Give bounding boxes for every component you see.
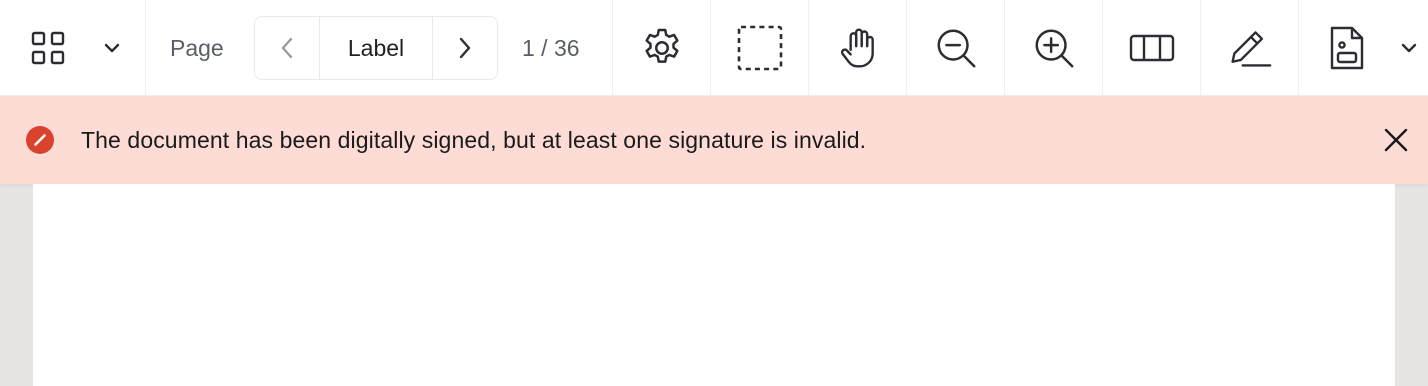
page-label: Page [170, 35, 224, 61]
chevron-left-icon [281, 37, 293, 59]
grid-icon [31, 31, 65, 65]
toolbar-divider [145, 0, 146, 96]
page-navigator: Label [254, 16, 498, 80]
close-alert-button[interactable] [1372, 116, 1420, 164]
chevron-right-icon [459, 37, 471, 59]
hand-icon [840, 28, 874, 68]
page-count: 1 / 36 [522, 35, 580, 61]
pan-tool-button[interactable] [809, 0, 906, 96]
chevron-down-icon [104, 43, 120, 53]
alert-message: The document has been digitally signed, … [81, 127, 867, 153]
page-layout-button[interactable] [1103, 0, 1200, 96]
annotate-button[interactable] [1201, 0, 1298, 96]
document-page [33, 184, 1395, 386]
error-circle-icon [26, 126, 54, 154]
gear-icon [644, 28, 679, 63]
zoom-in-button[interactable] [1005, 0, 1102, 96]
toolbar: Page Label 1 / 36 [0, 0, 1428, 96]
settings-button[interactable] [613, 0, 710, 96]
thumbnails-menu-button[interactable] [90, 0, 134, 96]
close-icon [1384, 128, 1408, 152]
previous-page-button[interactable] [255, 17, 319, 79]
zoom-out-button[interactable] [907, 0, 1004, 96]
signature-error-banner: The document has been digitally signed, … [0, 96, 1428, 184]
more-menu-button[interactable] [1390, 0, 1428, 96]
zoom-out-icon [937, 29, 975, 68]
thumbnails-button[interactable] [0, 0, 96, 96]
next-page-button[interactable] [433, 17, 497, 79]
document-icon [1330, 26, 1364, 70]
page-label-input[interactable]: Label [319, 17, 433, 79]
dashed-square-icon [737, 25, 782, 71]
marquee-select-button[interactable] [711, 0, 808, 96]
document-info-button[interactable] [1299, 0, 1395, 96]
pencil-icon [1230, 31, 1271, 67]
chevron-down-icon [1401, 43, 1417, 53]
columns-icon [1129, 34, 1174, 62]
zoom-in-icon [1035, 29, 1073, 68]
